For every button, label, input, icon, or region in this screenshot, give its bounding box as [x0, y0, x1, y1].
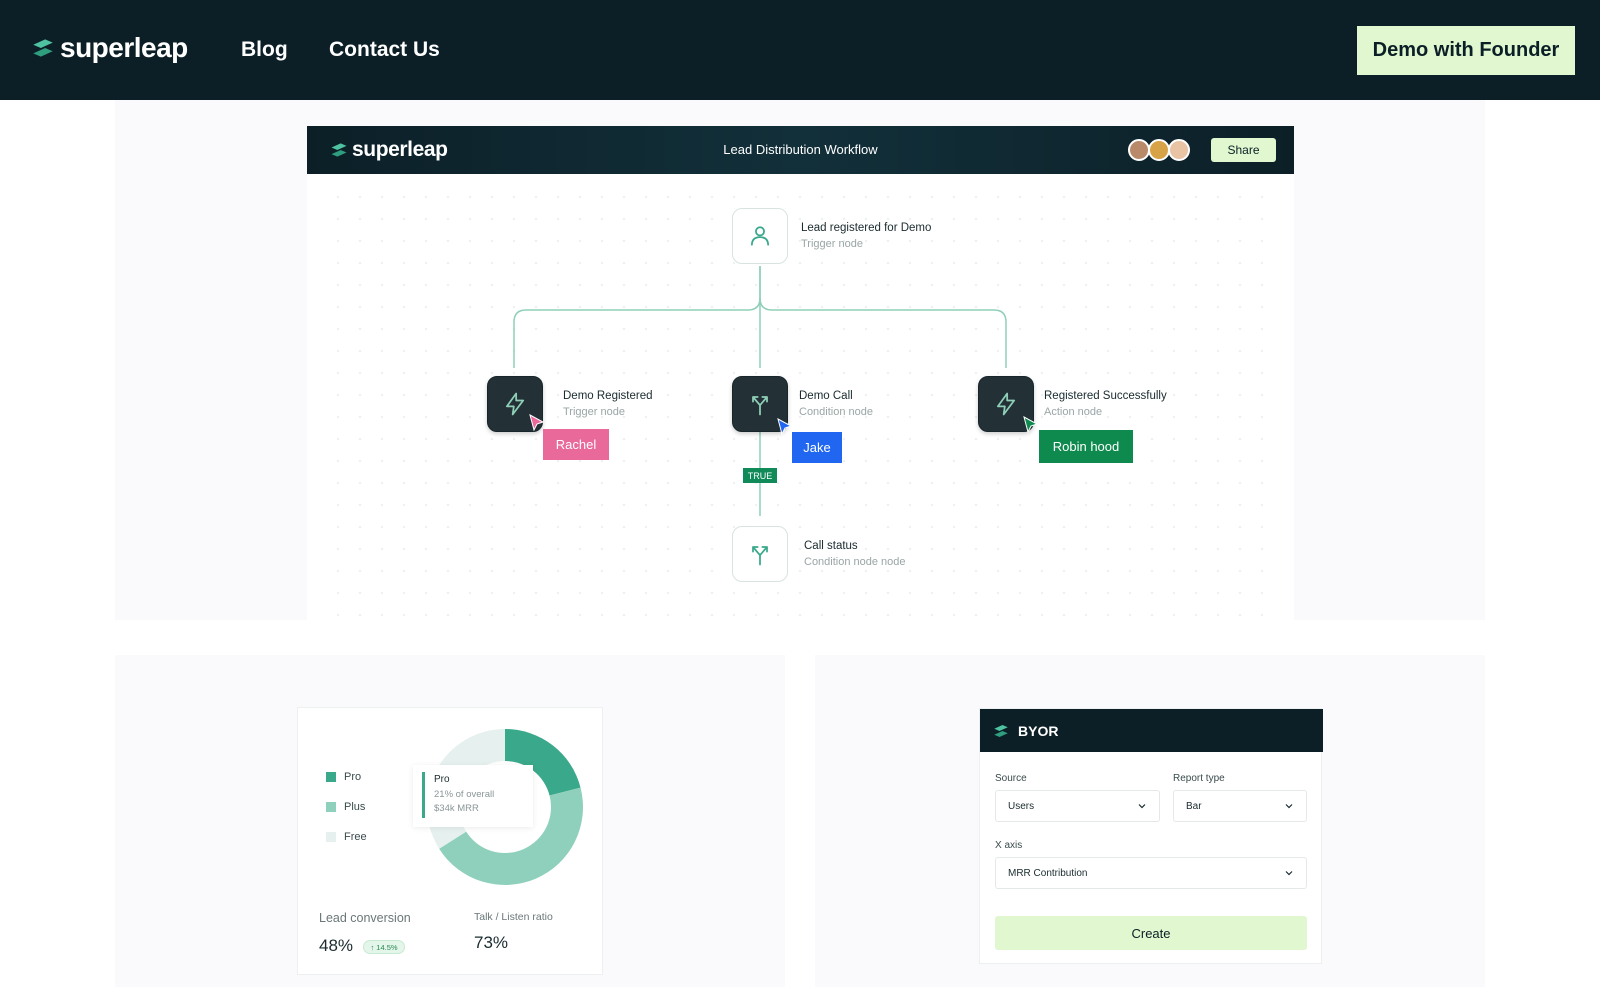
x-axis-select[interactable]: MRR Contribution	[995, 857, 1307, 889]
brand-name: superleap	[60, 32, 188, 63]
x-axis-value: MRR Contribution	[1008, 867, 1088, 879]
user-tag-robin-hood: Robin hood	[1039, 430, 1133, 463]
cursor-blue-icon	[777, 418, 793, 436]
split-arrows-icon	[752, 396, 768, 416]
lead-conversion-value: 48%	[319, 936, 354, 955]
node-label: Demo Call	[799, 390, 853, 402]
split-arrows-icon	[752, 546, 768, 566]
talk-listen-value: 73%	[474, 933, 509, 952]
demo-with-founder-button[interactable]: Demo with Founder	[1357, 26, 1575, 75]
lead-conversion-label: Lead conversion	[319, 911, 411, 925]
tooltip-color-bar	[422, 772, 425, 818]
byor-header: BYOR	[980, 709, 1323, 752]
chevron-down-icon	[1285, 804, 1293, 809]
nav-link-blog[interactable]: Blog	[241, 38, 288, 62]
node-label: Registered Successfully	[1044, 390, 1167, 402]
legend-item-pro: Pro	[326, 771, 361, 783]
source-value: Users	[1008, 800, 1035, 812]
node-label: Demo Registered	[563, 390, 653, 402]
node-label: Lead registered for Demo	[801, 222, 932, 234]
legend-label: Plus	[344, 801, 366, 813]
node-call-status[interactable]	[732, 526, 788, 582]
node-lead-registered[interactable]	[732, 208, 788, 264]
node-sublabel: Action node	[1044, 406, 1103, 418]
node-sublabel: Condition node	[799, 406, 874, 418]
source-select[interactable]: Users	[995, 790, 1160, 822]
cursor-green-icon	[1023, 416, 1039, 434]
chart-tooltip: Pro 21% of overall $34k MRR	[413, 765, 533, 827]
report-type-select[interactable]: Bar	[1173, 790, 1307, 822]
tooltip-line: 21% of overall	[434, 789, 495, 800]
talk-listen-label: Talk / Listen ratio	[474, 911, 553, 923]
node-label: Call status	[804, 540, 858, 552]
byor-title: BYOR	[1018, 722, 1059, 739]
legend-swatch	[326, 772, 336, 782]
nav-link-contact[interactable]: Contact Us	[329, 38, 440, 62]
user-tag-rachel: Rachel	[543, 429, 609, 460]
create-button[interactable]: Create	[995, 916, 1307, 950]
report-type-value: Bar	[1186, 800, 1202, 812]
node-sublabel: Trigger node	[563, 406, 625, 418]
legend-item-plus: Plus	[326, 801, 365, 813]
workflow-window: superleap Lead Distribution Workflow Sha…	[307, 126, 1294, 622]
lightning-icon	[996, 392, 1016, 416]
legend-label: Free	[344, 831, 367, 843]
tooltip-title: Pro	[434, 774, 450, 785]
workflow-connectors	[513, 266, 1007, 516]
chevron-down-icon	[1285, 871, 1293, 876]
lightning-icon	[505, 392, 525, 416]
node-sublabel: Trigger node	[801, 238, 863, 250]
true-branch-badge: TRUE	[743, 468, 777, 483]
legend-swatch	[326, 832, 336, 842]
stats-card: Pro Plus Free Pro 21% of overall $34k MR…	[297, 707, 603, 975]
node-sublabel: Condition node node	[804, 556, 906, 568]
source-label: Source	[995, 773, 1027, 784]
user-tag-jake: Jake	[792, 432, 842, 463]
tooltip-line: $34k MRR	[434, 803, 479, 814]
byor-card: BYOR Source Users Report type Bar X axis…	[979, 708, 1323, 964]
brand-logo[interactable]: superleap	[30, 32, 188, 64]
legend-swatch	[326, 802, 336, 812]
report-type-label: Report type	[1173, 773, 1225, 784]
user-icon	[750, 226, 770, 246]
legend-item-free: Free	[326, 831, 367, 843]
top-nav: superleap Blog Contact Us Demo with Foun…	[0, 0, 1600, 100]
chevron-down-icon	[1138, 804, 1146, 809]
legend-label: Pro	[344, 771, 362, 783]
superleap-logo-icon	[33, 39, 53, 57]
x-axis-label: X axis	[995, 840, 1023, 851]
superleap-logo-icon	[994, 724, 1008, 737]
lead-conversion-delta-badge: ↑ 14.5%	[363, 940, 405, 954]
